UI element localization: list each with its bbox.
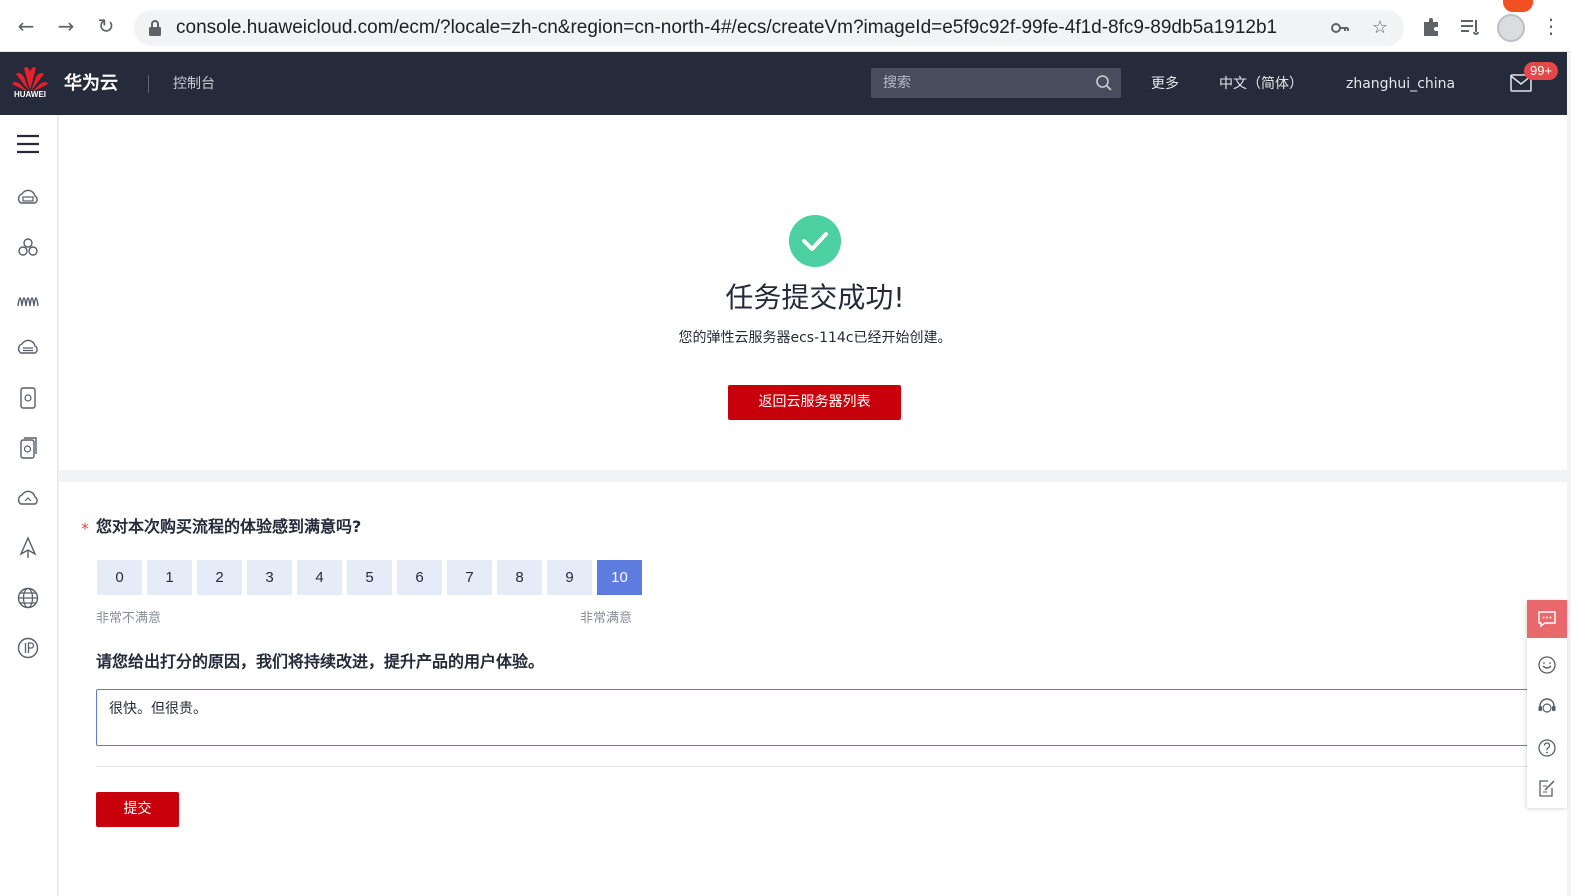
more-icon[interactable]: ⋮: [1539, 14, 1563, 38]
deploy-icon[interactable]: [16, 536, 40, 560]
divider: [96, 766, 1567, 767]
score-option-7[interactable]: 7: [447, 560, 492, 595]
search-icon[interactable]: [1095, 74, 1113, 92]
smile-icon[interactable]: [1537, 655, 1557, 675]
search-box[interactable]: [871, 68, 1121, 98]
brand-name[interactable]: 华为云: [64, 72, 118, 96]
disk-icon[interactable]: [16, 336, 40, 360]
score-option-10[interactable]: 10: [597, 560, 642, 595]
support-icon[interactable]: [1537, 697, 1557, 717]
reading-list-icon[interactable]: [1459, 16, 1481, 38]
reload-icon[interactable]: ↻: [94, 14, 118, 38]
console-link[interactable]: 控制台: [173, 74, 215, 94]
score-option-6[interactable]: 6: [397, 560, 442, 595]
satisfaction-question: 您对本次购买流程的体验感到满意吗?: [96, 517, 362, 536]
forward-icon[interactable]: →: [54, 14, 78, 38]
cluster-icon[interactable]: [16, 236, 40, 260]
success-check-icon: [789, 215, 841, 267]
lock-icon: [149, 20, 161, 36]
score-option-8[interactable]: 8: [497, 560, 542, 595]
url-text: console.huaweicloud.com/ecm/?locale=zh-c…: [176, 17, 1278, 38]
score-option-5[interactable]: 5: [347, 560, 392, 595]
mail-badge: 99+: [1524, 62, 1559, 80]
score-option-2[interactable]: 2: [197, 560, 242, 595]
main-content: 任务提交成功! 您的弹性云服务器ecs-114c已经开始创建。 返回云服务器列表…: [59, 115, 1567, 896]
floating-toolbar: [1527, 600, 1567, 808]
score-option-3[interactable]: 3: [247, 560, 292, 595]
star-icon[interactable]: ☆: [1370, 18, 1390, 38]
score-low-label: 非常不满意: [96, 611, 162, 626]
score-high-label: 非常满意: [580, 611, 633, 626]
address-bar[interactable]: console.huaweicloud.com/ecm/?locale=zh-c…: [134, 10, 1404, 46]
reason-textarea[interactable]: [96, 689, 1567, 746]
score-option-4[interactable]: 4: [297, 560, 342, 595]
language-menu[interactable]: 中文（简体）: [1219, 74, 1303, 94]
puzzle-icon[interactable]: [1420, 16, 1442, 38]
ip-icon[interactable]: [16, 636, 40, 660]
search-input[interactable]: [871, 68, 1091, 98]
reason-question: 请您给出打分的原因，我们将持续改进，提升产品的用户体验。: [96, 652, 545, 671]
monitor-icon[interactable]: [16, 286, 40, 310]
chat-icon: [1538, 611, 1556, 628]
success-description: 您的弹性云服务器ecs-114c已经开始创建。: [678, 330, 952, 346]
storage-icon[interactable]: [16, 386, 40, 410]
divider: [148, 75, 149, 93]
profile-icon[interactable]: [1497, 14, 1525, 42]
submit-button[interactable]: 提交: [96, 792, 179, 827]
network-icon[interactable]: [16, 586, 40, 610]
browser-bar: ← → ↻ console.huaweicloud.com/ecm/?local…: [0, 0, 1571, 52]
help-icon[interactable]: [1537, 738, 1557, 758]
back-to-list-button[interactable]: 返回云服务器列表: [728, 385, 901, 420]
ecs-icon[interactable]: [16, 186, 40, 210]
logo-text: HUAWEI: [14, 90, 46, 99]
edit-icon[interactable]: [1537, 778, 1557, 798]
success-title: 任务提交成功!: [725, 281, 905, 314]
cloud-icon[interactable]: [16, 486, 40, 510]
score-option-1[interactable]: 1: [147, 560, 192, 595]
satisfaction-survey: * 您对本次购买流程的体验感到满意吗? 0 1 2 3 4 5 6 7 8 9 …: [59, 482, 1567, 896]
service-sidebar: [0, 115, 58, 896]
back-icon[interactable]: ←: [14, 14, 38, 38]
score-option-9[interactable]: 9: [547, 560, 592, 595]
key-icon[interactable]: [1330, 18, 1350, 38]
more-menu[interactable]: 更多: [1151, 74, 1179, 94]
success-panel: 任务提交成功! 您的弹性云服务器ecs-114c已经开始创建。 返回云服务器列表: [59, 115, 1567, 470]
backup-icon[interactable]: [16, 436, 40, 460]
chat-button[interactable]: [1527, 600, 1567, 638]
menu-icon[interactable]: [16, 133, 40, 155]
user-menu[interactable]: zhanghui_china: [1346, 74, 1455, 94]
required-mark: *: [81, 519, 89, 538]
extension-badge: [1503, 0, 1533, 12]
score-option-0[interactable]: 0: [97, 560, 142, 595]
console-header: HUAWEI 华为云 控制台 更多 中文（简体） zhanghui_china …: [0, 52, 1567, 115]
